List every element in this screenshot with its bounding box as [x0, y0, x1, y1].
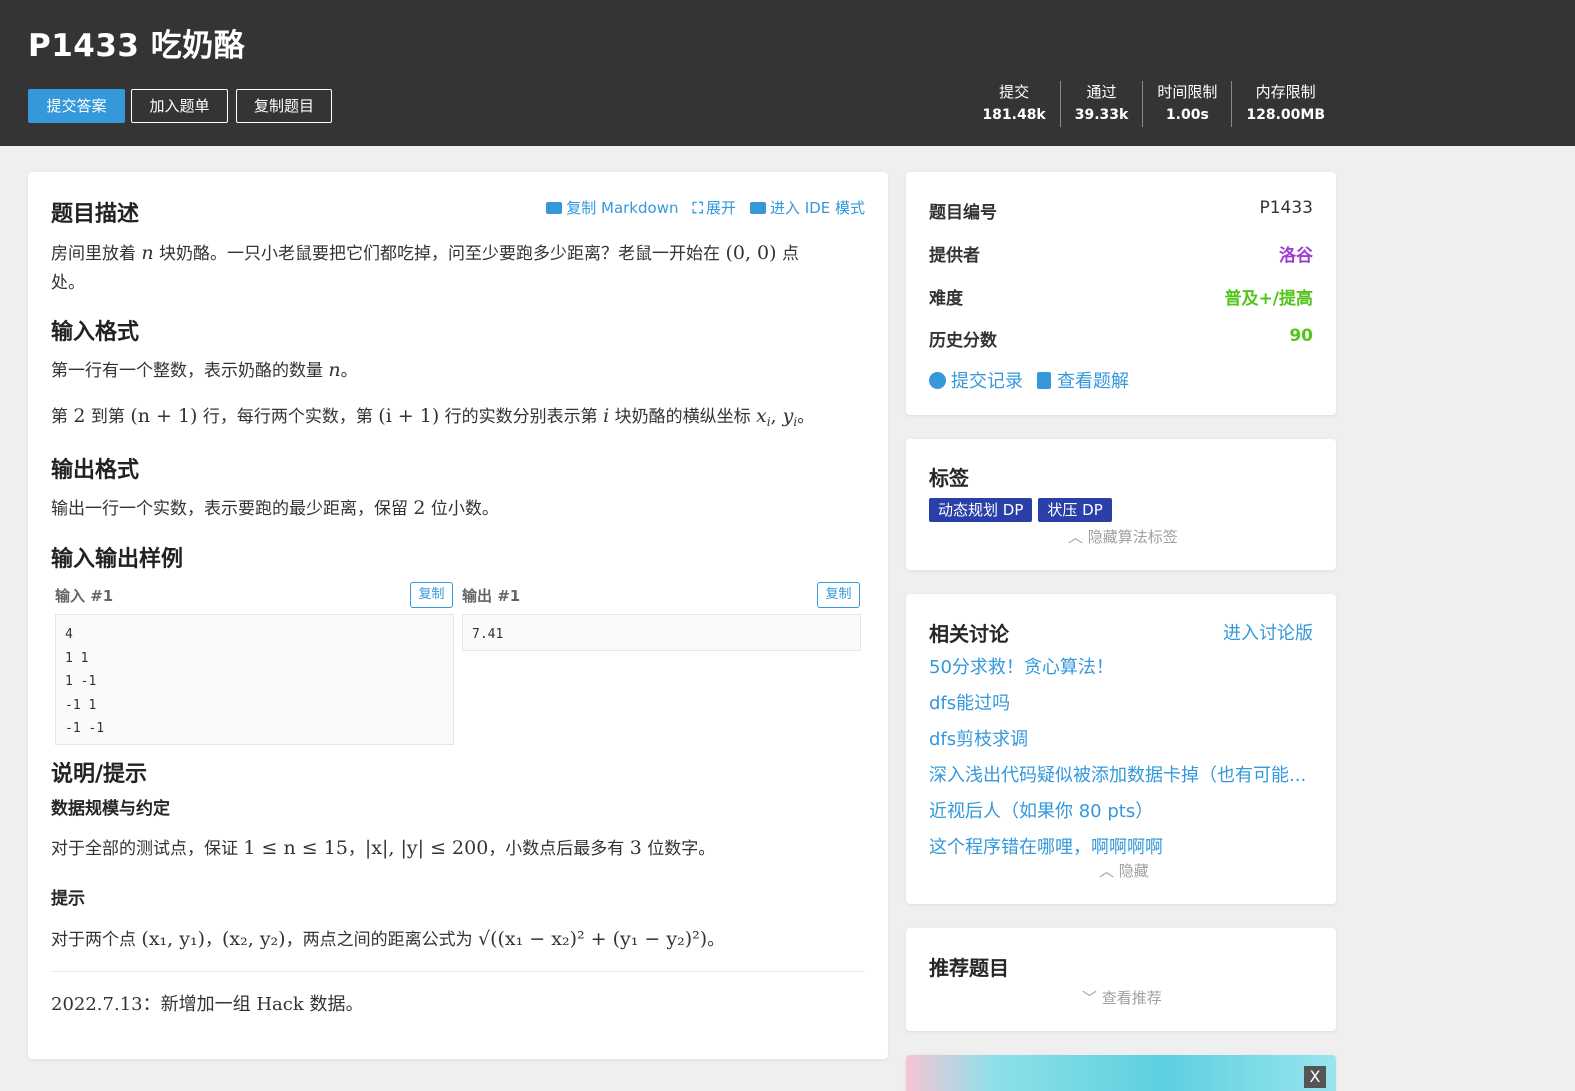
output-format-heading: 输出格式 — [51, 458, 140, 483]
close-ad-button[interactable]: X — [1304, 1066, 1326, 1088]
tags-card: 标签 动态规划 DP 状压 DP ︿ 隐藏算法标签 — [906, 439, 1336, 570]
ide-mode-link[interactable]: 进入 IDE 模式 — [750, 197, 865, 218]
tag-list: 动态规划 DP 状压 DP — [929, 498, 1118, 522]
problem-info-card: 题目编号 P1433 提供者 洛谷 难度 普及+/提高 历史分数 90 提交记录 查看题… — [906, 172, 1336, 415]
input-format-line1: 第一行有一个整数，表示奶酪的数量 n。 — [51, 359, 358, 381]
info-row-difficulty: 难度 普及+/提高 — [929, 284, 1313, 309]
chevron-up-icon: ︿ — [1068, 528, 1088, 546]
problem-content-card: 复制 Markdown ⛶ 展开 进入 IDE 模式 题目描述 房间里放着 n 块… — [28, 172, 888, 1059]
submit-answer-button[interactable]: 提交答案 — [28, 89, 125, 123]
input-format-heading: 输入格式 — [51, 320, 140, 345]
page-title: P1433 吃奶酪 — [28, 28, 246, 64]
stat-accepted: 通过 39.33k — [1059, 81, 1143, 127]
data-scale-text: 对于全部的测试点，保证 1 ≤ n ≤ 15，|x|, |y| ≤ 200，小数… — [51, 837, 716, 859]
terminal-icon — [750, 202, 766, 214]
discussion-item[interactable]: dfs剪枝求调 — [929, 725, 1309, 751]
hint-heading: 说明/提示 — [51, 762, 148, 787]
output-format-text: 输出一行一个实数，表示要跑的最少距离，保留 2 位小数。 — [51, 497, 499, 519]
data-scale-heading: 数据规模与约定 — [51, 799, 170, 819]
expand-link[interactable]: ⛶ 展开 — [692, 197, 736, 218]
tag-bitmask-dp[interactable]: 状压 DP — [1038, 498, 1112, 522]
content-actions: 复制 Markdown ⛶ 展开 进入 IDE 模式 — [546, 197, 865, 218]
enter-forum-link[interactable]: 进入讨论版 — [1223, 619, 1313, 645]
chevron-down-icon: ﹀ — [1082, 989, 1102, 1007]
stat-time-limit: 时间限制 1.00s — [1142, 81, 1231, 127]
copy-sample-input-button[interactable]: 复制 — [410, 582, 453, 608]
tip-heading: 提示 — [51, 889, 85, 909]
difficulty-badge: 普及+/提高 — [1224, 289, 1313, 309]
expand-icon: ⛶ — [692, 199, 703, 217]
stat-memory-limit: 内存限制 128.00MB — [1231, 81, 1339, 127]
input-format-line2: 第 2 到第 (n + 1) 行，每行两个实数，第 (i + 1) 行的实数分别… — [51, 405, 815, 429]
ad-banner[interactable]: X — [906, 1055, 1336, 1091]
add-to-list-button[interactable]: 加入题单 — [131, 89, 228, 123]
sample-input-label: 输入 #1 — [55, 587, 114, 605]
view-solutions-link[interactable]: 查看题解 — [1037, 367, 1129, 393]
view-recommend-toggle[interactable]: ﹀ 查看推荐 — [1082, 987, 1162, 1008]
discussion-card: 相关讨论 进入讨论版 50分求救！贪心算法！ dfs能过吗 dfs剪枝求调 深入… — [906, 594, 1336, 904]
chevron-up-icon: ︿ — [1099, 862, 1119, 880]
discussion-item[interactable]: 50分求救！贪心算法！ — [929, 653, 1309, 679]
sample-output-label: 输出 #1 — [462, 587, 521, 605]
pie-chart-icon — [929, 372, 946, 389]
stat-submissions: 提交 181.48k — [982, 83, 1046, 123]
update-note: 2022.7.13：新增加一组 Hack 数据。 — [51, 994, 364, 1015]
copy-markdown-link[interactable]: 复制 Markdown — [546, 197, 678, 218]
sample-input-block: 4 1 1 1 -1 -1 1 -1 -1 — [55, 614, 454, 745]
discussion-heading: 相关讨论 — [929, 622, 1009, 646]
submission-records-link[interactable]: 提交记录 — [929, 367, 1023, 393]
info-row-id: 题目编号 P1433 — [929, 198, 1313, 223]
divider — [51, 971, 865, 972]
info-value-id: P1433 — [1259, 198, 1313, 218]
info-row-score: 历史分数 90 — [929, 326, 1313, 351]
info-row-provider: 提供者 洛谷 — [929, 241, 1313, 266]
copy-problem-button[interactable]: 复制题目 — [236, 89, 332, 123]
samples-heading: 输入输出样例 — [51, 547, 184, 572]
discussion-item[interactable]: 这个程序错在哪哩，啊啊啊啊 — [929, 833, 1309, 859]
history-score: 90 — [1289, 326, 1313, 346]
discussion-item[interactable]: dfs能过吗 — [929, 689, 1309, 715]
discussion-item[interactable]: 深入浅出代码疑似被添加数据卡掉（也有可能... — [929, 761, 1309, 787]
description-text: 房间里放着 n 块奶酪。一只小老鼠要把它们都吃掉，问至少要跑多少距离？老鼠一开始… — [51, 242, 799, 293]
hide-tags-toggle[interactable]: ︿ 隐藏算法标签 — [1068, 526, 1178, 547]
recommend-card: 推荐题目 ﹀ 查看推荐 — [906, 928, 1336, 1031]
recommend-heading: 推荐题目 — [929, 956, 1009, 980]
book-icon — [1037, 372, 1051, 389]
description-heading: 题目描述 — [51, 202, 140, 227]
markdown-icon — [546, 202, 563, 214]
hide-discussions-toggle[interactable]: ︿ 隐藏 — [1099, 860, 1149, 881]
discussion-item[interactable]: 近视后人（如果你 80 pts） — [929, 797, 1309, 823]
problem-stats: 提交 181.48k 通过 39.33k 时间限制 1.00s 内存限制 128.00M… — [968, 81, 1339, 127]
tags-heading: 标签 — [929, 466, 969, 490]
tip-text: 对于两个点 (x₁, y₁)，(x₂, y₂)，两点之间的距离公式为 √((x₁… — [51, 928, 725, 950]
provider-link[interactable]: 洛谷 — [1279, 241, 1313, 266]
tag-dp[interactable]: 动态规划 DP — [929, 498, 1033, 522]
sample-output-block: 7.41 — [462, 614, 861, 651]
copy-sample-output-button[interactable]: 复制 — [817, 582, 860, 608]
problem-header: P1433 吃奶酪 提交答案 加入题单 复制题目 提交 181.48k 通过 39.… — [0, 0, 1575, 146]
info-links: 提交记录 查看题解 — [929, 367, 1129, 393]
